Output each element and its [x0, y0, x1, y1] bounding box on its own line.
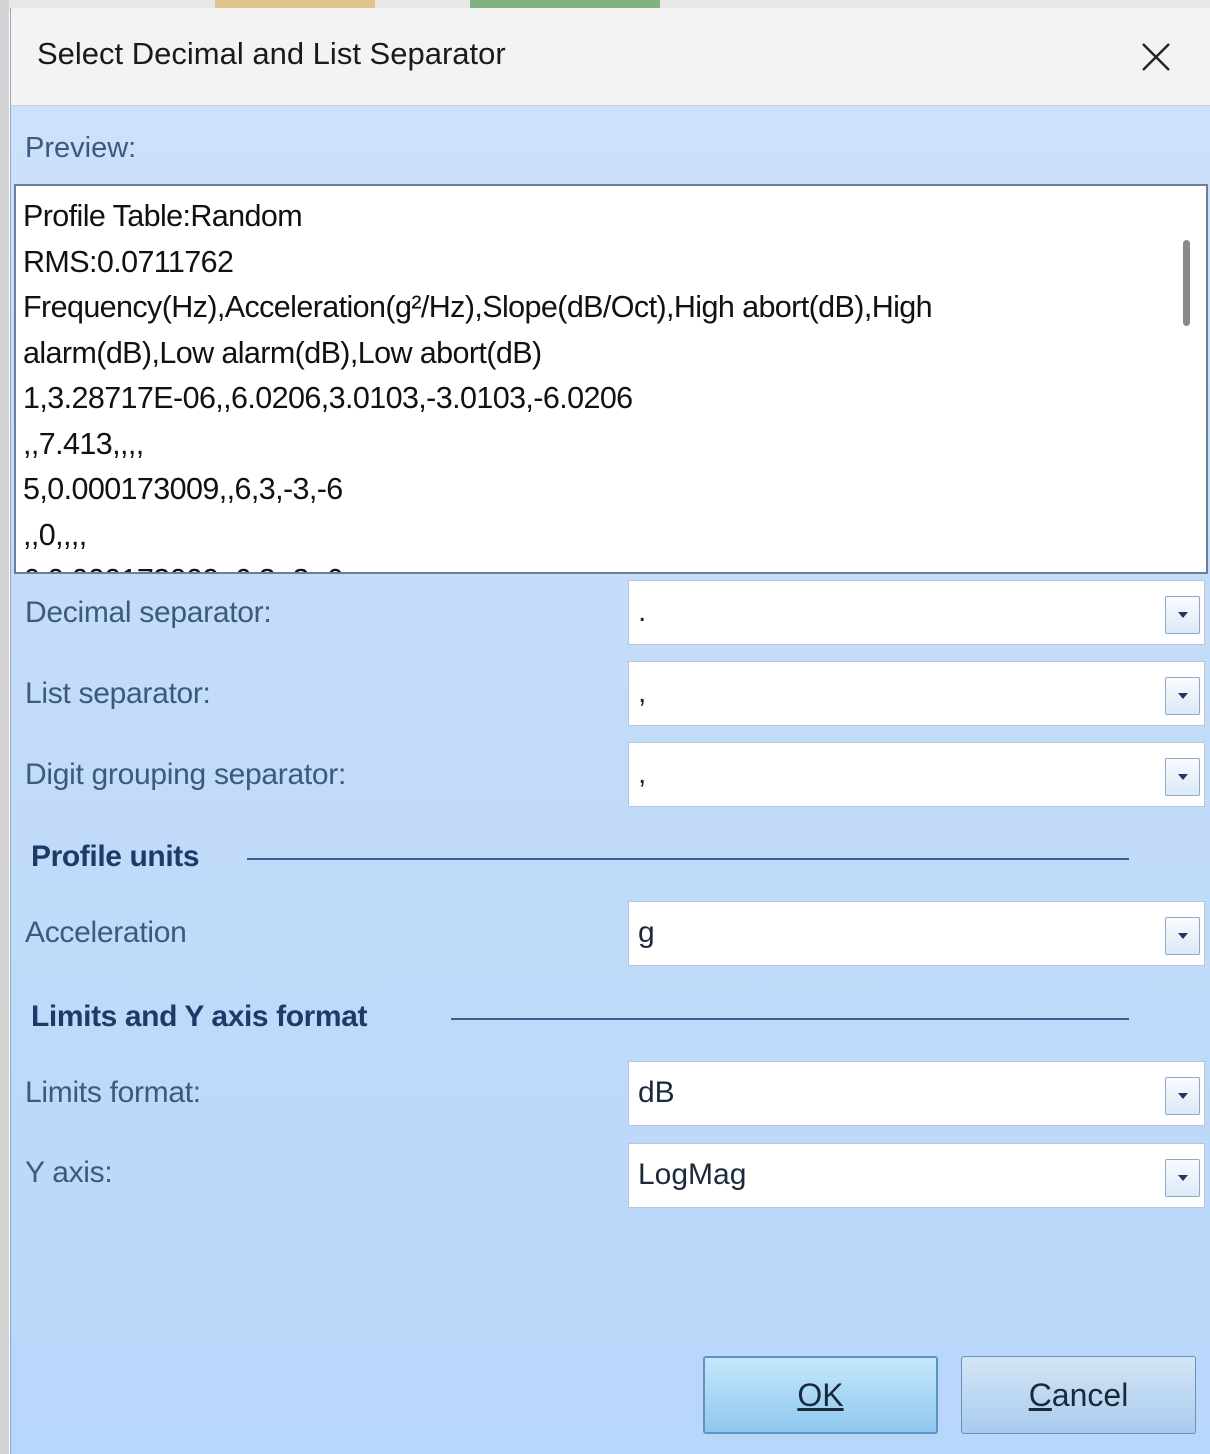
preview-scrollbar-thumb[interactable] — [1183, 240, 1190, 326]
acceleration-label: Acceleration — [25, 916, 187, 949]
decimal-separator-dropdown-button[interactable] — [1165, 596, 1200, 634]
cancel-button-label: Cancel — [1028, 1376, 1129, 1413]
list-separator-value: , — [638, 676, 647, 709]
limits-format-label: Limits format: — [25, 1076, 201, 1109]
preview-textbox[interactable]: Profile Table:Random RMS:0.0711762 Frequen… — [14, 184, 1208, 574]
digit-grouping-separator-dropdown-button[interactable] — [1165, 758, 1200, 796]
title-bar: Select Decimal and List Separator — [11, 8, 1210, 106]
acceleration-unit-dropdown-button[interactable] — [1165, 917, 1200, 955]
y-axis-dropdown-button[interactable] — [1165, 1159, 1200, 1197]
list-separator-label: List separator: — [25, 677, 211, 710]
preview-text: Profile Table:Random RMS:0.0711762 Frequen… — [23, 194, 1163, 572]
close-button[interactable] — [1121, 22, 1191, 92]
preview-line: 1,3.28717E-06,,6.0206,3.0103,-3.0103,-6.… — [23, 381, 633, 415]
y-axis-value: LogMag — [638, 1158, 747, 1191]
chevron-down-icon — [1177, 1093, 1188, 1099]
preview-scrollbar[interactable] — [1176, 186, 1206, 572]
profile-units-divider — [247, 858, 1129, 860]
limits-format-select[interactable]: dB — [628, 1061, 1205, 1126]
preview-line: ,,7.413,,,, — [23, 426, 144, 461]
background-decoration — [215, 0, 375, 8]
background-decoration — [470, 0, 660, 8]
preview-line: Profile Table:Random — [23, 199, 303, 233]
acceleration-unit-value: g — [638, 916, 655, 949]
list-separator-dropdown-button[interactable] — [1165, 677, 1200, 715]
y-axis-select[interactable]: LogMag — [628, 1143, 1205, 1208]
limits-format-header: Limits and Y axis format — [31, 1000, 368, 1033]
limits-format-value: dB — [638, 1076, 675, 1109]
digit-grouping-separator-select[interactable]: , — [628, 742, 1205, 807]
acceleration-unit-select[interactable]: g — [628, 901, 1205, 966]
ok-button-label: OK — [797, 1376, 844, 1413]
cancel-button[interactable]: Cancel — [961, 1356, 1196, 1434]
preview-line: Frequency(Hz),Acceleration(g²/Hz),Slope(… — [23, 290, 933, 324]
decimal-separator-value: . — [638, 595, 647, 628]
background-window-edge — [0, 0, 9, 1454]
dialog-title: Select Decimal and List Separator — [37, 36, 506, 71]
preview-line: 6,0.000173009,,6,3,-3,-6 — [23, 558, 1163, 572]
preview-line: ,,0,,,, — [23, 517, 87, 552]
limits-format-divider — [451, 1018, 1129, 1020]
chevron-down-icon — [1177, 774, 1188, 780]
separator-dialog: Select Decimal and List Separator Previe… — [10, 8, 1210, 1454]
preview-line: RMS:0.0711762 — [23, 244, 234, 279]
digit-grouping-separator-label: Digit grouping separator: — [25, 758, 347, 791]
list-separator-select[interactable]: , — [628, 661, 1205, 726]
chevron-down-icon — [1177, 612, 1188, 618]
preview-line: alarm(dB),Low alarm(dB),Low abort(dB) — [23, 335, 542, 370]
decimal-separator-label: Decimal separator: — [25, 596, 272, 629]
preview-line: 5,0.000173009,,6,3,-3,-6 — [23, 472, 343, 506]
chevron-down-icon — [1177, 1175, 1188, 1181]
chevron-down-icon — [1177, 933, 1188, 939]
digit-grouping-separator-value: , — [638, 757, 647, 790]
chevron-down-icon — [1177, 693, 1188, 699]
profile-units-header: Profile units — [31, 840, 200, 873]
decimal-separator-select[interactable]: . — [628, 580, 1205, 645]
close-icon — [1142, 43, 1170, 71]
limits-format-dropdown-button[interactable] — [1165, 1077, 1200, 1115]
ok-button[interactable]: OK — [703, 1356, 938, 1434]
preview-label: Preview: — [25, 132, 137, 164]
y-axis-label: Y axis: — [25, 1156, 113, 1189]
